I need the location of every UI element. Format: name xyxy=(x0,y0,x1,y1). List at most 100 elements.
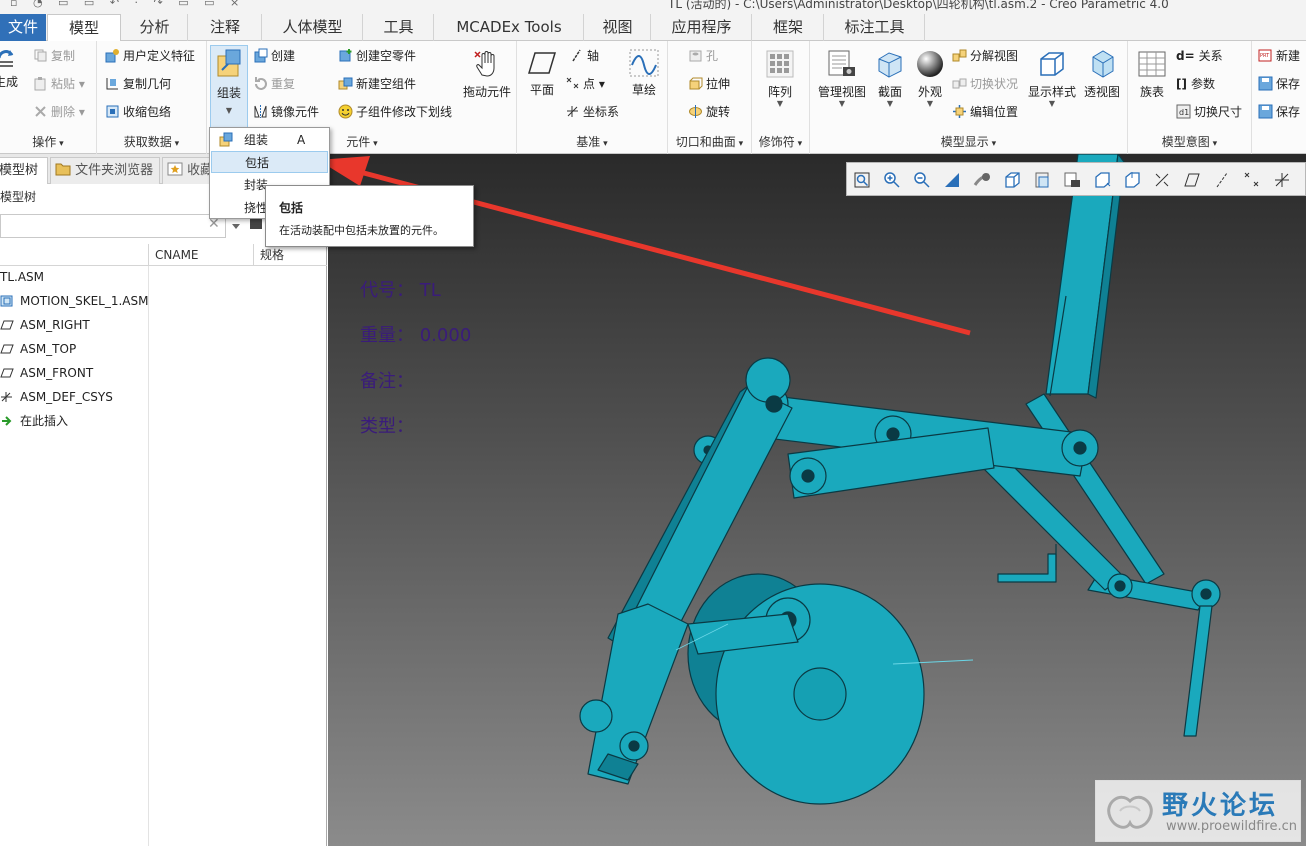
tree-row-asm-def-csys[interactable]: ASM_DEF_CSYS xyxy=(0,386,113,408)
zoom-in-icon[interactable] xyxy=(883,171,901,189)
repaint-icon[interactable] xyxy=(943,171,961,189)
paste-button[interactable]: 粘贴 ▾ xyxy=(33,73,85,95)
assemble-button[interactable]: 组装 ▼ xyxy=(210,45,248,128)
column-cname[interactable]: CNAME xyxy=(148,244,253,266)
datum-axis-display-icon[interactable] xyxy=(1213,171,1231,189)
shrinkwrap-button[interactable]: 收缩包络 xyxy=(105,101,171,123)
csys-display-icon[interactable] xyxy=(1273,171,1291,189)
revolve-button[interactable]: 旋转 xyxy=(688,101,730,123)
save-clipped-button[interactable]: 保存 xyxy=(1258,73,1300,95)
tree-row-asm-front[interactable]: ASM_FRONT xyxy=(0,362,93,384)
save2-clipped-button[interactable]: 保存 xyxy=(1258,101,1300,123)
section-dropdown-arrow[interactable]: ▼ xyxy=(870,100,910,108)
group-label-operations[interactable]: 操作 xyxy=(0,132,96,152)
extrude-button[interactable]: 拉伸 xyxy=(688,73,730,95)
hole-button[interactable]: 孔 xyxy=(688,45,718,67)
toggle-status-button[interactable]: 切换状况 xyxy=(952,73,1018,95)
display-style-icon[interactable] xyxy=(1093,171,1111,189)
model-tree-search-input[interactable] xyxy=(0,214,226,238)
display-style-button[interactable]: 显示样式 ▼ xyxy=(1026,49,1078,108)
tab-favorites[interactable]: 收藏 xyxy=(162,157,212,184)
explode-view-button[interactable]: 分解视图 xyxy=(952,45,1018,67)
pattern-dropdown-arrow[interactable]: ▼ xyxy=(758,100,802,108)
reorient-icon[interactable] xyxy=(973,171,991,189)
group-label-get-data[interactable]: 获取数据 xyxy=(97,132,206,152)
mirror-component-button[interactable]: 镜像元件 xyxy=(253,101,319,123)
datum-point-button[interactable]: 点 ▾ xyxy=(565,73,605,95)
tree-row-asm-top[interactable]: ASM_TOP xyxy=(0,338,76,360)
pattern-button[interactable]: 阵列 ▼ xyxy=(758,49,802,108)
appearance-dropdown-arrow[interactable]: ▼ xyxy=(910,100,950,108)
tab-dimension-tools[interactable]: 标注工具 xyxy=(825,14,925,41)
column-spec[interactable]: 规格 xyxy=(253,244,327,266)
section-button[interactable]: 截面 ▼ xyxy=(870,49,910,108)
relations-button[interactable]: d= 关系 xyxy=(1176,45,1223,67)
new-empty-subassembly-button[interactable]: 新建空组件 xyxy=(338,73,416,95)
datum-plane-button[interactable]: 平面 xyxy=(522,49,562,98)
saved-orientations-icon[interactable] xyxy=(1003,171,1021,189)
tab-file[interactable]: 文件 xyxy=(0,14,46,41)
repeat-button[interactable]: 重复 xyxy=(253,73,295,95)
subassembly-underline-button[interactable]: 子组件修改下划线 xyxy=(338,101,452,123)
tab-view[interactable]: 视图 xyxy=(585,14,651,41)
tab-tools[interactable]: 工具 xyxy=(364,14,434,41)
tab-model[interactable]: 模型 xyxy=(47,14,121,42)
tree-row-insert-here[interactable]: 在此插入 xyxy=(0,410,68,432)
copy-button[interactable]: 复制 xyxy=(33,45,75,67)
assemble-dropdown-arrow[interactable]: ▼ xyxy=(211,107,247,115)
group-label-component[interactable]: 元件 xyxy=(337,132,387,152)
datum-csys-button[interactable]: 坐标系 xyxy=(565,101,619,123)
parameters-button[interactable]: [] 参数 xyxy=(1176,73,1215,95)
group-label-cut-surface[interactable]: 切口和曲面 xyxy=(668,132,751,152)
drag-components-button[interactable]: 拖动元件 xyxy=(461,49,513,100)
toggle-dimensions-button[interactable]: d1 切换尺寸 xyxy=(1176,101,1242,123)
family-table-button[interactable]: 族表 xyxy=(1132,49,1172,100)
graphics-window[interactable]: 代号： TL 重量： 0.000 备注： 类型： 野火论坛 www.proewi… xyxy=(328,154,1306,846)
delete-button[interactable]: 删除 ▾ xyxy=(33,101,85,123)
group-label-model-display[interactable]: 模型显示 xyxy=(810,132,1127,152)
menu-item-include[interactable]: 包括 xyxy=(211,151,328,173)
appearance-button[interactable]: 外观 ▼ xyxy=(910,49,950,108)
zoom-out-icon[interactable] xyxy=(913,171,931,189)
menu-item-assemble[interactable]: 组装 A xyxy=(211,129,328,151)
view-manager-icon[interactable] xyxy=(1033,171,1051,189)
tree-row-root[interactable]: TL.ASM xyxy=(0,266,44,288)
tree-row-skeleton[interactable]: MOTION_SKEL_1.ASM xyxy=(0,290,148,312)
camera-views-icon[interactable] xyxy=(1063,171,1081,189)
tab-manikin[interactable]: 人体模型 xyxy=(263,14,363,41)
group-label-modifiers[interactable]: 修饰符 xyxy=(752,132,809,152)
tab-framework[interactable]: 框架 xyxy=(753,14,824,41)
quick-access-toolbar[interactable]: ▫ ◔ ▭ ▭ ↶ · ↷ ▭ ▭ × xyxy=(10,0,245,9)
group-label-model-intent[interactable]: 模型意图 xyxy=(1128,132,1251,152)
datum-display-icon[interactable] xyxy=(1123,171,1141,189)
group-label-datum[interactable]: 基准 xyxy=(517,132,667,152)
tab-model-tree[interactable]: 模型树 xyxy=(0,157,48,184)
perspective-button[interactable]: 透视图 xyxy=(1080,49,1124,100)
manage-views-dropdown-arrow[interactable]: ▼ xyxy=(814,100,870,108)
manage-views-button[interactable]: 管理视图 ▼ xyxy=(814,49,870,108)
new-empty-part-button[interactable]: 创建空零件 xyxy=(338,45,416,67)
datum-points-toggle-icon[interactable] xyxy=(1243,171,1261,189)
mechanism-3d-model[interactable] xyxy=(328,154,1306,846)
edit-position-button[interactable]: 编辑位置 xyxy=(952,101,1018,123)
datum-axes-toggle-icon[interactable] xyxy=(1153,171,1171,189)
new-clipped-button[interactable]: PRT 新建 xyxy=(1258,45,1300,67)
datum-planes-toggle-icon[interactable] xyxy=(1183,171,1201,189)
tab-folder-browser[interactable]: 文件夹浏览器 xyxy=(50,157,160,184)
datum-axis-button[interactable]: 轴 xyxy=(569,45,599,67)
display-style-dropdown-arrow[interactable]: ▼ xyxy=(1026,100,1078,108)
tab-mcadex-tools[interactable]: MCADEx Tools xyxy=(435,14,584,41)
sketch-button[interactable]: 草绘 xyxy=(624,49,664,98)
regenerate-button[interactable]: 生成 xyxy=(0,47,26,90)
insert-here-arrow-icon xyxy=(2,416,12,426)
tab-annotate[interactable]: 注释 xyxy=(189,14,262,41)
udf-button[interactable]: 用户定义特征 xyxy=(105,45,195,67)
create-button[interactable]: 创建 xyxy=(253,45,295,67)
tree-row-asm-right[interactable]: ASM_RIGHT xyxy=(0,314,90,336)
tab-analysis[interactable]: 分析 xyxy=(122,14,188,41)
tab-applications[interactable]: 应用程序 xyxy=(652,14,752,41)
repeat-label: 重复 xyxy=(271,77,296,91)
refit-icon[interactable] xyxy=(853,171,871,189)
copy-geometry-button[interactable]: 复制几何 xyxy=(105,73,171,95)
filter-dropdown-icon[interactable] xyxy=(230,220,242,232)
